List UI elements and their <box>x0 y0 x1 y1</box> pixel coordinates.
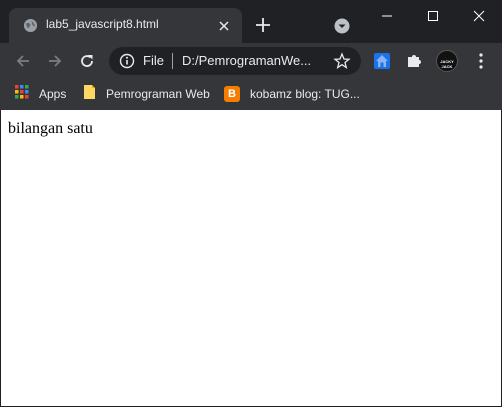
active-tab[interactable]: lab5_javascript8.html <box>9 8 242 43</box>
back-icon[interactable] <box>12 50 34 72</box>
apps-grid-icon <box>15 84 29 104</box>
close-tab-icon[interactable] <box>215 17 232 34</box>
title-bar: lab5_javascript8.html <box>0 0 502 43</box>
reload-icon[interactable] <box>76 50 98 72</box>
bookmark-star-icon[interactable] <box>333 52 351 70</box>
globe-icon <box>23 18 38 33</box>
forward-icon[interactable] <box>44 50 66 72</box>
close-window-icon[interactable] <box>456 0 502 32</box>
page-text: bilangan satu <box>8 120 93 137</box>
new-tab-icon[interactable] <box>253 15 273 35</box>
url-text[interactable]: D:/PemrogramanWe... <box>182 53 322 68</box>
bookmark-label: kobamz blog: TUG... <box>250 87 360 101</box>
info-icon[interactable] <box>119 53 135 69</box>
url-scheme: File <box>143 53 164 68</box>
bookmark-label: Apps <box>39 87 67 101</box>
bookmark-pemrograman-web[interactable]: Pemrograman Web <box>83 84 210 104</box>
bookmarks-bar: Apps Pemrograman Web B kobamz blog: TUG.… <box>0 79 502 110</box>
more-menu-icon[interactable] <box>471 51 491 71</box>
tab-title: lab5_javascript8.html <box>46 17 159 31</box>
blogger-icon: B <box>224 86 240 102</box>
tab-search-icon[interactable] <box>334 18 350 34</box>
bookmark-apps[interactable]: Apps <box>15 84 66 104</box>
toolbar: File D:/PemrogramanWe... JACKY JACK <box>0 43 502 79</box>
bookmark-label: Pemrograman Web <box>106 87 210 101</box>
maximize-icon[interactable] <box>410 0 456 32</box>
folder-icon <box>83 84 96 105</box>
address-bar[interactable]: File D:/PemrogramanWe... <box>109 47 361 75</box>
url-separator <box>172 53 173 69</box>
bookmark-kobamz-blog[interactable]: B kobamz blog: TUG... <box>224 84 360 104</box>
home-extension-icon[interactable] <box>372 51 392 71</box>
extensions-puzzle-icon[interactable] <box>404 51 424 71</box>
profile-avatar[interactable]: JACKY JACK <box>436 50 458 72</box>
minimize-icon[interactable] <box>364 0 410 32</box>
page-content: bilangan satu <box>1 110 501 406</box>
